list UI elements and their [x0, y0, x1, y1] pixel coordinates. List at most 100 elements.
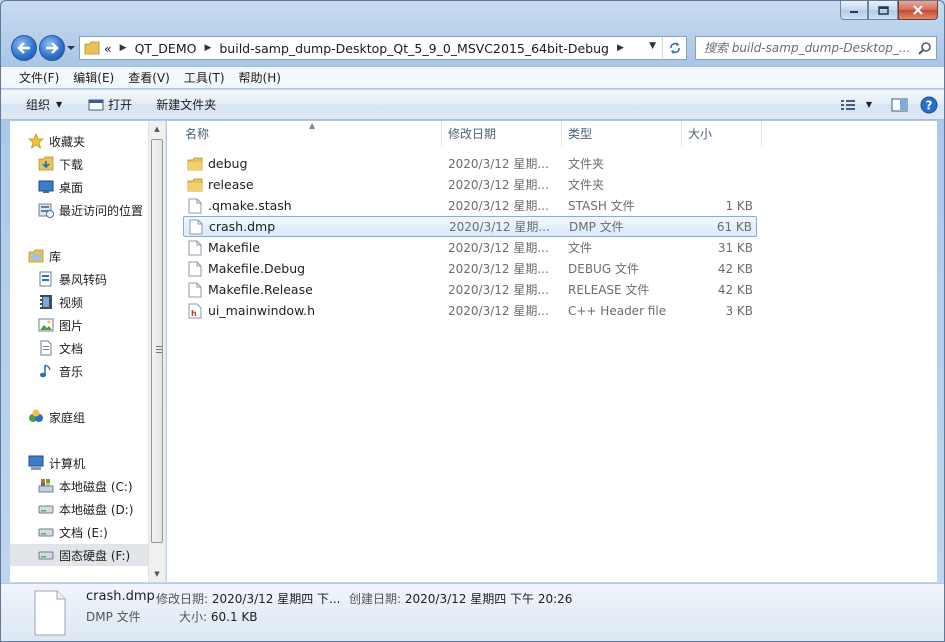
back-button[interactable]	[11, 35, 37, 61]
minimize-button[interactable]	[840, 1, 868, 20]
computer-icon	[27, 455, 45, 471]
menu-tools[interactable]: 工具(T)	[177, 69, 232, 86]
file-size: 42 KB	[717, 282, 753, 297]
address-bar[interactable]: « ▶ QT_DEMO ▶ build-samp_dump-Desktop_Qt…	[79, 36, 687, 60]
nav-libraries[interactable]: 库	[27, 245, 166, 267]
address-dropdown-arrow[interactable]: ▼	[649, 41, 656, 51]
scroll-down-button[interactable]: ▼	[149, 566, 165, 582]
maximize-button[interactable]	[868, 1, 898, 20]
change-view-button[interactable]	[836, 90, 860, 119]
file-type: 文件夹	[568, 178, 605, 192]
file-row[interactable]: crash.dmp 2020/3/12 星期... DMP 文件 61 KB	[183, 216, 757, 237]
search-icon[interactable]	[918, 41, 932, 55]
breadcrumb-overflow[interactable]: «	[104, 41, 112, 56]
breadcrumb-item[interactable]: QT_DEMO	[135, 41, 197, 56]
detail-label: 修改日期:	[156, 592, 209, 606]
column-header-type[interactable]: 类型	[562, 121, 682, 146]
detail-created: 创建日期: 2020/3/12 星期四 下午 20:26	[349, 590, 572, 607]
help-button[interactable]: ?	[912, 90, 944, 119]
search-box[interactable]	[695, 36, 937, 60]
svg-text:h: h	[191, 309, 197, 318]
hard-drive-icon	[37, 547, 55, 563]
search-input[interactable]	[704, 41, 914, 55]
preview-pane-button[interactable]	[886, 90, 912, 119]
recent-pages-dropdown-icon[interactable]	[67, 43, 75, 53]
file-name-cell: Makefile.Debug	[185, 261, 305, 277]
file-row[interactable]: Makefile 2020/3/12 星期... 文件 31 KB	[183, 237, 757, 258]
open-window-icon	[88, 99, 104, 110]
new-folder-button[interactable]: 新建文件夹	[148, 90, 224, 119]
file-size: 42 KB	[717, 261, 753, 276]
column-header-size[interactable]: 大小	[682, 121, 762, 146]
nav-label: 固态硬盘 (F:)	[59, 548, 131, 563]
file-date: 2020/3/12 星期...	[448, 304, 549, 318]
view-options-dropdown[interactable]: ▼	[860, 90, 878, 119]
file-name: Makefile.Release	[208, 282, 313, 297]
folder-icon	[185, 157, 205, 171]
menu-file[interactable]: 文件(F)	[12, 69, 66, 86]
file-row[interactable]: release 2020/3/12 星期... 文件夹	[183, 174, 757, 195]
nav-favorites[interactable]: 收藏夹	[27, 130, 166, 152]
file-name-cell: release	[185, 177, 254, 192]
file-name-cell: h ui_mainwindow.h	[185, 303, 315, 319]
nav-label: 文档	[59, 341, 84, 356]
nav-label: 库	[49, 249, 62, 264]
breadcrumb-separator[interactable]: ▶	[617, 43, 624, 53]
file-type: DEBUG 文件	[568, 262, 639, 276]
file-name-cell: crash.dmp	[186, 219, 275, 235]
file-icon	[185, 198, 205, 214]
file-list: 名称 ▲ 修改日期 类型 大小 debug 2020/3/12 星期... 文件夹 r…	[167, 121, 937, 582]
file-date: 2020/3/12 星期...	[448, 178, 549, 192]
command-bar-right: ▼ ?	[836, 90, 944, 119]
folder-icon	[185, 178, 205, 192]
file-row[interactable]: Makefile.Debug 2020/3/12 星期... DEBUG 文件 42 …	[183, 258, 757, 279]
menu-edit[interactable]: 编辑(E)	[66, 69, 121, 86]
file-row[interactable]: .qmake.stash 2020/3/12 星期... STASH 文件 1 KB	[183, 195, 757, 216]
svg-text:?: ?	[926, 98, 933, 112]
file-name-cell: Makefile	[185, 240, 260, 256]
file-icon	[186, 219, 206, 235]
document-icon	[37, 340, 55, 356]
menu-view[interactable]: 查看(V)	[121, 69, 177, 86]
column-header-date[interactable]: 修改日期	[442, 121, 562, 146]
file-row[interactable]: h ui_mainwindow.h 2020/3/12 星期... C++ Heade…	[183, 300, 757, 321]
file-name: Makefile.Debug	[208, 261, 306, 276]
nav-drive-f[interactable]: 固态硬盘 (F:)	[10, 544, 149, 566]
sort-ascending-icon: ▲	[309, 121, 316, 130]
open-button[interactable]: 打开	[80, 90, 140, 119]
nav-homegroup[interactable]: 家庭组	[27, 406, 166, 428]
minimize-icon	[850, 11, 858, 13]
file-row[interactable]: debug 2020/3/12 星期... 文件夹	[183, 153, 757, 174]
preview-pane-icon	[891, 98, 907, 111]
organize-button[interactable]: 组织 ▼	[18, 90, 70, 119]
column-label: 类型	[568, 127, 593, 141]
help-icon: ?	[920, 96, 938, 113]
nav-label: 家庭组	[49, 410, 86, 425]
video-icon	[37, 294, 55, 310]
refresh-button[interactable]	[662, 37, 686, 59]
file-row[interactable]: Makefile.Release 2020/3/12 星期... RELEASE 文…	[183, 279, 757, 300]
forward-button[interactable]	[39, 35, 65, 61]
nav-label: 桌面	[59, 180, 84, 195]
file-size: 61 KB	[716, 219, 752, 234]
new-folder-label: 新建文件夹	[156, 98, 217, 112]
nav-computer[interactable]: 计算机	[27, 452, 166, 474]
chevron-down-icon: ▼	[56, 100, 63, 109]
breadcrumb-separator[interactable]: ▶	[204, 43, 211, 53]
close-icon	[913, 5, 923, 15]
scroll-thumb[interactable]	[151, 139, 163, 543]
detail-value: 2020/3/12 星期四 下午 20:26	[404, 592, 573, 606]
menu-bar: 文件(F) 编辑(E) 查看(V) 工具(T) 帮助(H)	[1, 66, 944, 88]
details-pane: crash.dmp DMP 文件 修改日期: 2020/3/12 星期四 下..…	[1, 583, 944, 641]
hard-drive-icon	[37, 524, 55, 540]
scroll-up-button[interactable]: ▲	[149, 121, 165, 137]
breadcrumb-item[interactable]: build-samp_dump-Desktop_Qt_5_9_0_MSVC201…	[219, 41, 609, 56]
file-date: 2020/3/12 星期...	[449, 220, 550, 234]
nav-scrollbar[interactable]: ▲ ▼	[148, 121, 165, 582]
file-type: 文件夹	[568, 157, 605, 171]
menu-help[interactable]: 帮助(H)	[232, 69, 288, 86]
file-type: C++ Header file	[568, 303, 667, 318]
breadcrumb-separator[interactable]: ▶	[120, 43, 127, 53]
nav-label: 下载	[59, 157, 84, 172]
close-button[interactable]	[898, 1, 938, 20]
